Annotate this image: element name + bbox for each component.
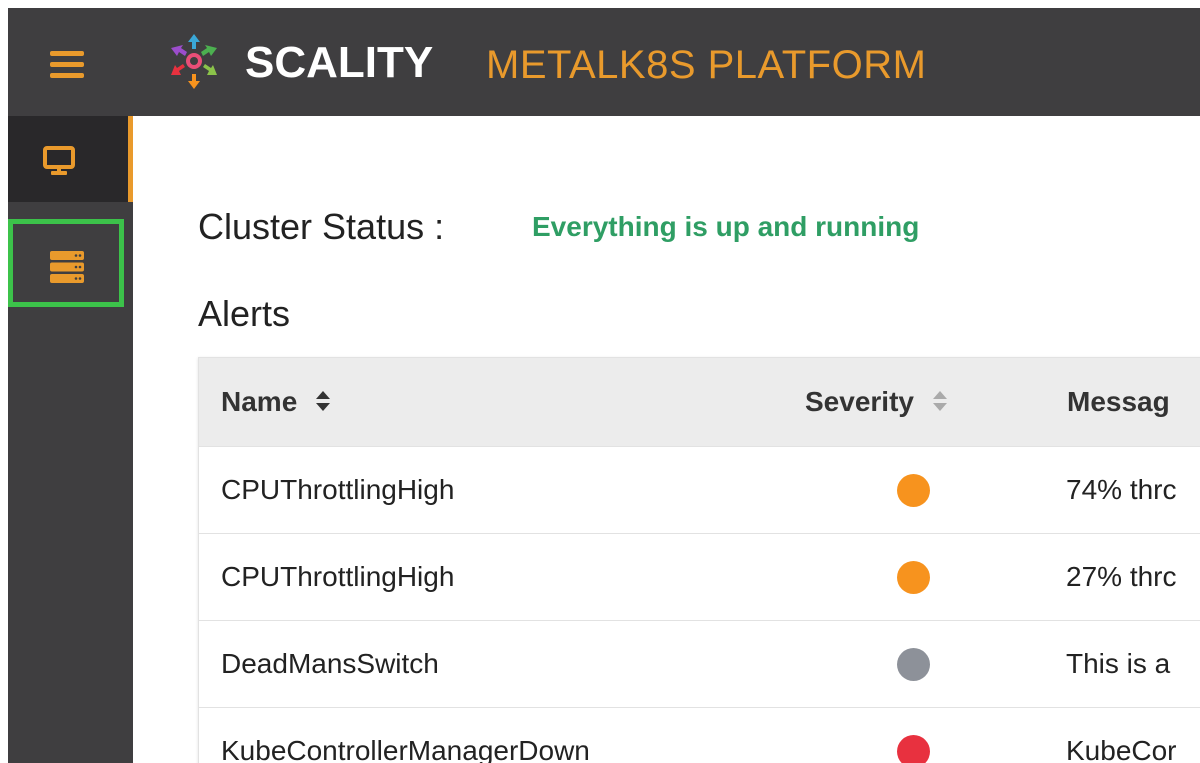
- sidebar: [8, 116, 133, 763]
- brand-name: SCALITY: [245, 38, 434, 87]
- alert-name: CPUThrottlingHigh: [221, 474, 455, 505]
- column-header-name-label: Name: [221, 386, 298, 417]
- column-header-message[interactable]: Messag: [1067, 386, 1170, 418]
- column-header-message-label: Messag: [1067, 386, 1170, 417]
- alerts-table: Name Severity Messag CPUThrottlingHigh 7…: [198, 357, 1200, 763]
- alert-message: This is a: [1066, 648, 1171, 679]
- menu-hamburger-icon[interactable]: [50, 49, 84, 79]
- alert-message: 27% thrc: [1066, 561, 1177, 592]
- table-row[interactable]: CPUThrottlingHigh 74% thrc: [199, 446, 1200, 533]
- severity-indicator: [897, 648, 930, 681]
- table-header: Name Severity Messag: [199, 358, 1200, 446]
- scality-logo-icon: [171, 34, 217, 89]
- table-row[interactable]: DeadMansSwitch This is a: [199, 620, 1200, 707]
- top-navbar: SCALITY METALK8S PLATFORM: [8, 8, 1200, 116]
- severity-indicator: [897, 735, 930, 763]
- server-icon: [50, 251, 84, 283]
- column-header-name[interactable]: Name: [221, 386, 331, 418]
- cluster-status-label: Cluster Status :: [198, 206, 445, 247]
- severity-indicator: [897, 474, 930, 507]
- severity-indicator: [897, 561, 930, 594]
- table-row[interactable]: KubeControllerManagerDown KubeCor: [199, 707, 1200, 763]
- column-header-severity-label: Severity: [805, 386, 914, 417]
- table-row[interactable]: CPUThrottlingHigh 27% thrc: [199, 533, 1200, 620]
- alerts-title: Alerts: [198, 293, 291, 334]
- product-title: METALK8S PLATFORM: [486, 43, 927, 87]
- sort-icon[interactable]: [932, 389, 948, 413]
- alert-message: KubeCor: [1066, 735, 1177, 763]
- alert-name: CPUThrottlingHigh: [221, 561, 455, 592]
- alert-name: DeadMansSwitch: [221, 648, 439, 679]
- sidebar-item-nodes[interactable]: [8, 219, 124, 307]
- monitor-icon: [43, 146, 75, 175]
- column-header-severity[interactable]: Severity: [805, 386, 948, 418]
- sidebar-item-monitoring[interactable]: [8, 116, 133, 202]
- alert-name: KubeControllerManagerDown: [221, 735, 590, 763]
- alert-message: 74% thrc: [1066, 474, 1177, 505]
- app-window: SCALITY METALK8S PLATFORM Cluster Status…: [0, 0, 1200, 763]
- cluster-status-value: Everything is up and running: [532, 211, 920, 242]
- main-content: Cluster Status : Everything is up and ru…: [133, 116, 1200, 763]
- sort-icon[interactable]: [315, 389, 331, 413]
